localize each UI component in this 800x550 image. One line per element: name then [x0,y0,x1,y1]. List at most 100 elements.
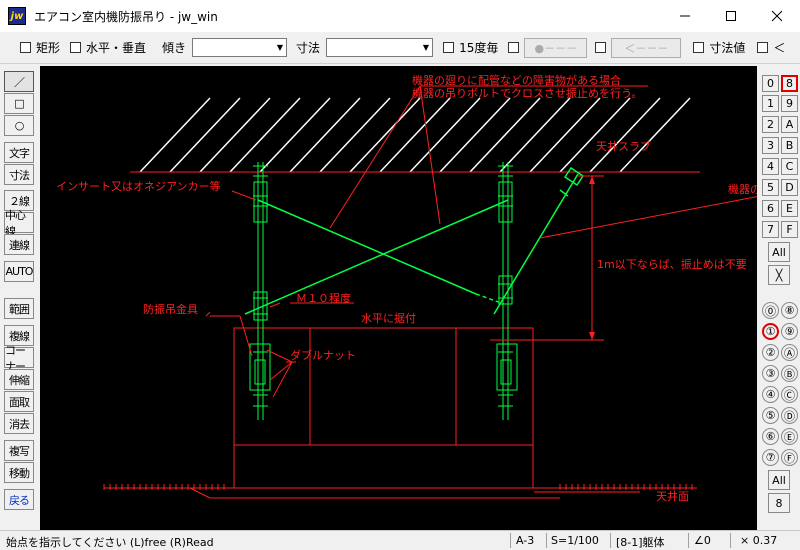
layer-panel: 0 8 1 9 2 A 3 B 4 C 5 D 6 E 7 F All ╳ ⓪ … [758,66,800,530]
dotline-checkbox[interactable] [508,42,524,53]
layer-c-button[interactable]: C [781,158,798,175]
text-tool-button[interactable]: 文字 [4,142,34,163]
unit-body [104,327,697,489]
title-bar[interactable]: jw エアコン室内機防振吊り - jw_win [0,0,800,32]
rect-checkbox[interactable]: 矩形 [20,39,60,56]
layer-1-button[interactable]: 1 [762,95,779,112]
layer-2-button[interactable]: 2 [762,116,779,133]
scale-indicator[interactable]: S=1/100 [551,534,599,547]
close-button[interactable] [754,0,800,32]
group-f-button[interactable]: Ⓕ [781,449,798,466]
copy-button[interactable]: 複写 [4,440,34,461]
chevron-down-icon: ▼ [422,43,430,52]
group-6-button[interactable]: ⑥ [762,428,779,445]
ceiling-label: 天井面 [656,489,689,503]
paper-size[interactable]: A-3 [516,534,534,547]
status-bar: 始点を指示してください (L)free (R)Read A-3 S=1/100 … [0,530,800,550]
group-c-button[interactable]: Ⓒ [781,386,798,403]
layer-9-button[interactable]: 9 [781,95,798,112]
deg15-checkbox[interactable]: 15度毎 [443,39,498,56]
layer-3-button[interactable]: 3 [762,137,779,154]
undo-button[interactable]: 戻る [4,489,34,510]
layer-f-button[interactable]: F [781,221,798,238]
layer-6-button[interactable]: 6 [762,200,779,217]
corner-button[interactable]: コーナー [4,344,34,373]
range-button[interactable]: 範囲 [4,298,34,319]
hv-label: 水平・垂直 [86,41,147,55]
layer-8-button[interactable]: 8 [781,75,798,92]
window-title: エアコン室内機防振吊り - jw_win [34,9,218,24]
dim-combo[interactable]: ▼ [326,38,434,57]
close-icon [771,10,783,22]
dim-label: 寸法 [296,41,321,55]
slab-hatch [139,97,691,173]
group-2-button[interactable]: ② [762,344,779,361]
layer-indicator[interactable]: [8-1]躯体 [616,534,665,550]
level-label: 水平に据付 [361,311,416,325]
dim-tool-button[interactable]: 寸法 [4,164,34,185]
dimval-checkbox[interactable]: 寸法値 [693,39,745,56]
layer-b-button[interactable]: B [781,137,798,154]
deg15-label: 15度毎 [459,41,499,55]
group-0-button[interactable]: ⓪ [762,302,779,319]
factor-indicator[interactable]: × 0.37 [740,534,777,547]
hanger-label: 防振吊金具 [143,302,198,316]
minimize-icon [680,15,690,17]
group-8-button[interactable]: ⑧ [781,302,798,319]
group-8-status[interactable]: 8 [768,493,790,513]
stretch-button[interactable]: 伸縮 [4,369,34,390]
m10-label: Ｍ１０程度 [296,291,351,305]
chamfer-button[interactable]: 面取 [4,391,34,412]
span-label: 1m以下ならば、振止めは不要 [597,257,747,271]
note-line-2: 機器の吊りボルトでクロスさせ振止めを行う。 [412,86,642,100]
side-brace [493,166,585,315]
continuous-line-button[interactable]: 連線 [4,234,34,255]
group-1-button[interactable]: ① [762,323,779,340]
cad-drawing: 機器の廻りに配管などの障害物がある場合 機器の吊りボルトでクロスさせ振止めを行う… [56,73,757,503]
layer-5-button[interactable]: 5 [762,179,779,196]
minimize-button[interactable] [662,0,708,32]
group-all-button[interactable]: All [768,470,790,490]
layer-d-button[interactable]: D [781,179,798,196]
rect-label: 矩形 [36,41,61,55]
group-e-button[interactable]: Ⓔ [781,428,798,445]
layer-0-button[interactable]: 0 [762,75,779,92]
layer-7-button[interactable]: 7 [762,221,779,238]
group-5-button[interactable]: ⑤ [762,407,779,424]
maximize-button[interactable] [708,0,754,32]
group-d-button[interactable]: Ⓓ [781,407,798,424]
app-icon: jw [8,7,26,25]
angle-indicator[interactable]: ∠0 [694,534,711,547]
group-b-button[interactable]: Ⓑ [781,365,798,382]
circle-tool-button[interactable]: ○ [4,115,34,136]
move-button[interactable]: 移動 [4,462,34,483]
layer-e-button[interactable]: E [781,200,798,217]
group-4-button[interactable]: ④ [762,386,779,403]
tilt-label: 傾き [162,41,187,55]
line-tool-button[interactable]: ／ [4,71,34,92]
group-3-button[interactable]: ③ [762,365,779,382]
layer-4-button[interactable]: 4 [762,158,779,175]
options-toolbar: 矩形 水平・垂直 傾き ▼ 寸法 ▼ 15度毎 ●－－－ ＜－－－ 寸法値 ＜ [0,32,800,64]
close-icon[interactable]: ╳ [768,265,790,285]
group-7-button[interactable]: ⑦ [762,449,779,466]
layer-all-button[interactable]: All [768,242,790,262]
drawing-canvas[interactable]: 機器の廻りに配管などの障害物がある場合 機器の吊りボルトでクロスさせ振止めを行う… [40,66,757,530]
arrow-button[interactable]: ＜－－－ [611,37,682,58]
note-line-1: 機器の廻りに配管などの障害物がある場合 [412,73,621,87]
center-line-button[interactable]: 中心線 [4,209,34,238]
layer-a-button[interactable]: A [781,116,798,133]
dotline-button[interactable]: ●－－－ [524,37,588,58]
tilt-combo[interactable]: ▼ [192,38,288,57]
group-9-button[interactable]: ⑨ [781,323,798,340]
double-nut-label: ダブルナット [290,348,356,362]
arrow-checkbox[interactable] [595,42,611,53]
slab-label: 天井スラブ [596,139,651,153]
lt-checkbox[interactable]: ＜ [757,39,785,56]
maximize-icon [726,11,736,21]
hv-checkbox[interactable]: 水平・垂直 [70,39,146,56]
auto-button[interactable]: AUTO [4,261,34,282]
group-a-button[interactable]: Ⓐ [781,344,798,361]
erase-button[interactable]: 消去 [4,413,34,434]
rect-tool-button[interactable]: □ [4,93,34,114]
